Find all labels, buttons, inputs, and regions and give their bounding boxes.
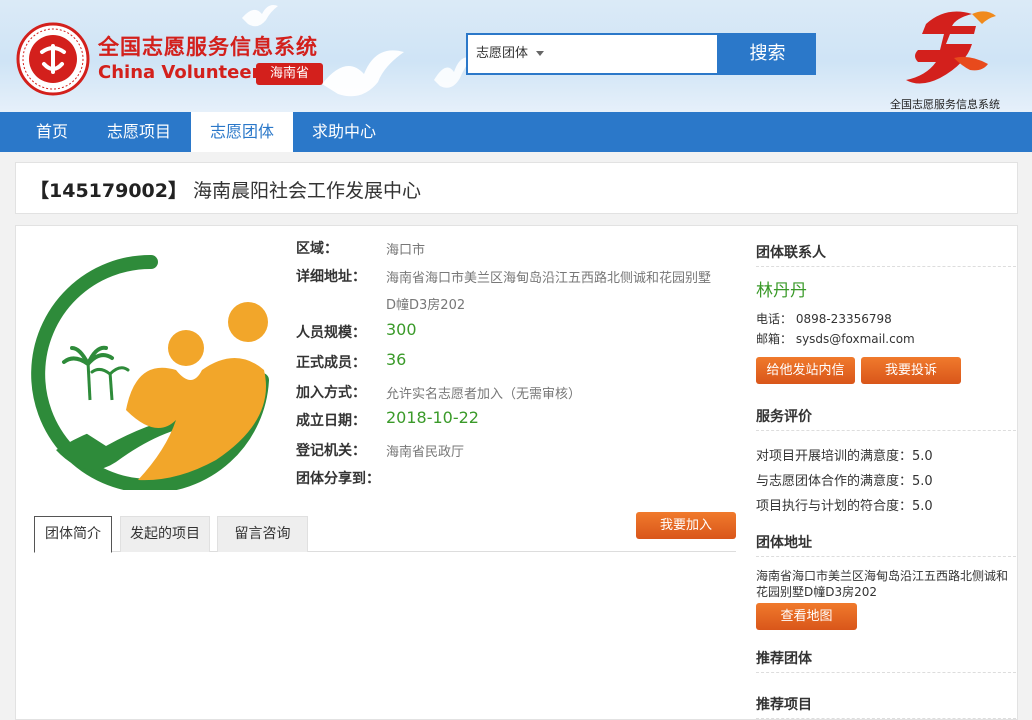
dove-decoration-icon	[242, 5, 278, 27]
divider	[756, 430, 1016, 431]
org-tabs: 团体简介 发起的项目 留言咨询	[34, 516, 736, 553]
field-label: 成立日期：	[296, 413, 366, 429]
nav-item-projects[interactable]: 志愿项目	[95, 112, 183, 152]
caret-down-icon	[536, 51, 545, 56]
join-button[interactable]: 我要加入	[636, 512, 736, 539]
field-value: 36	[386, 350, 407, 369]
view-map-button[interactable]: 查看地图	[756, 603, 857, 630]
search-category-select[interactable]: 志愿团体	[476, 35, 545, 73]
rating-item: 对项目开展培训的满意度：5.0	[756, 449, 933, 464]
field-label: 加入方式：	[296, 385, 366, 401]
contact-phone: 电话： 0898-23356798	[756, 312, 892, 326]
field-value: D幢D3房202	[386, 298, 466, 313]
nav-item-organizations[interactable]: 志愿团体	[191, 112, 293, 152]
org-id: 【145179002】	[30, 180, 187, 202]
org-title-box: 【145179002】 海南晨阳社会工作发展中心	[15, 162, 1018, 214]
rating-item: 与志愿团体合作的满意度：5.0	[756, 474, 933, 489]
field-label: 正式成员：	[296, 355, 366, 371]
field-value: 海南省海口市美兰区海甸岛沿江五西路北侧诚和花园别墅	[386, 271, 712, 286]
divider	[756, 556, 1016, 557]
search-button[interactable]: 搜索	[719, 33, 816, 75]
field-label: 区域：	[296, 241, 338, 257]
nav-item-help-center[interactable]: 求助中心	[300, 112, 388, 152]
site-title-cn: 全国志愿服务信息系统	[98, 35, 318, 59]
nav-item-home[interactable]: 首页	[17, 112, 87, 152]
field-label: 登记机关：	[296, 443, 366, 459]
tab-projects[interactable]: 发起的项目	[120, 516, 210, 552]
recommend-orgs-title: 推荐团体	[756, 651, 812, 667]
field-value: 海口市	[386, 243, 426, 258]
main-nav: 首页 志愿项目 志愿团体 求助中心	[0, 112, 1032, 152]
org-title: 【145179002】 海南晨阳社会工作发展中心	[30, 176, 421, 203]
org-logo-image	[31, 254, 269, 490]
zhi-brand-logo	[906, 11, 996, 84]
field-value: 允许实名志愿者加入（无需审核）	[386, 387, 582, 402]
field-value: 海南省民政厅	[386, 445, 465, 460]
contact-email: 邮箱： sysds@foxmail.com	[756, 332, 915, 346]
org-name: 海南晨阳社会工作发展中心	[193, 180, 422, 202]
rating-title: 服务评价	[756, 409, 812, 425]
site-header: 全国志愿服务信息系统 China Volunteer 海南省 志愿团体 搜索 全…	[0, 0, 1032, 112]
tab-intro[interactable]: 团体简介	[34, 516, 112, 553]
dove-decoration-icon	[322, 50, 404, 97]
field-value: 2018-10-22	[386, 408, 479, 427]
province-badge: 海南省	[256, 63, 323, 85]
site-title-en: China Volunteer	[98, 62, 261, 83]
address-line: 花园别墅D幢D3房202	[756, 585, 878, 599]
address-line: 海南省海口市美兰区海甸岛沿江五西路北侧诚和	[756, 569, 1009, 583]
search-box[interactable]: 志愿团体	[466, 33, 719, 75]
divider	[756, 672, 1016, 673]
contact-title: 团体联系人	[756, 245, 826, 261]
field-label: 团体分享到：	[296, 471, 380, 487]
volunteer-seal-logo[interactable]	[16, 22, 90, 96]
recommend-projects-title: 推荐项目	[756, 697, 812, 713]
field-label: 人员规模：	[296, 325, 366, 341]
divider	[756, 718, 1016, 719]
org-detail-panel: 区域： 海口市 详细地址： 海南省海口市美兰区海甸岛沿江五西路北侧诚和花园别墅 …	[15, 225, 1018, 720]
tab-messages[interactable]: 留言咨询	[217, 516, 308, 552]
complain-button[interactable]: 我要投诉	[861, 357, 961, 384]
divider	[756, 266, 1016, 267]
field-label: 详细地址：	[296, 269, 366, 285]
brand-caption: 全国志愿服务信息系统	[890, 98, 1000, 111]
address-title: 团体地址	[756, 535, 812, 551]
field-value: 300	[386, 320, 417, 339]
contact-name: 林丹丹	[756, 281, 807, 301]
rating-item: 项目执行与计划的符合度：5.0	[756, 499, 933, 514]
search-category-label: 志愿团体	[476, 46, 529, 61]
send-message-button[interactable]: 给他发站内信	[756, 357, 855, 384]
